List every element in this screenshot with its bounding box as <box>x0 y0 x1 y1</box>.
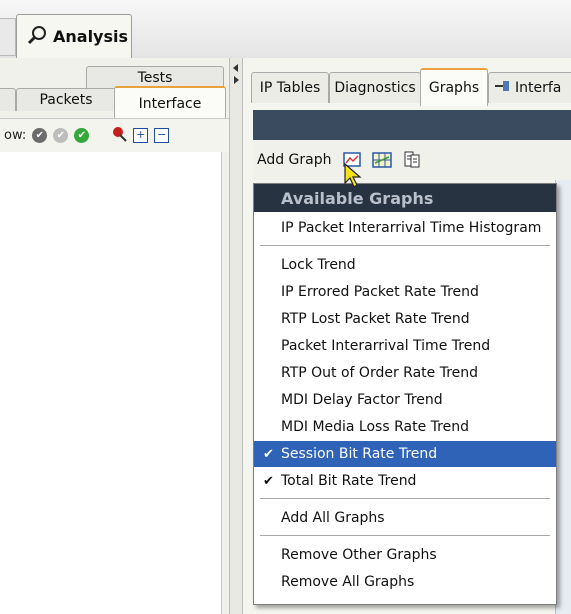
menu-header: Available Graphs <box>254 184 556 212</box>
menu-separator <box>260 245 550 246</box>
menu-item-label: IP Packet Interarrival Time Histogram <box>281 220 542 236</box>
mouse-cursor-icon <box>343 162 365 189</box>
menu-item-label: Packet Interarrival Time Trend <box>281 338 491 354</box>
add-all-graphs-item[interactable]: Add All Graphs <box>254 505 556 531</box>
menu-item-label: RTP Lost Packet Rate Trend <box>281 311 470 327</box>
export-icon[interactable] <box>402 150 422 170</box>
menu-item-graph[interactable]: ✔ Total Bit Rate Trend <box>254 468 556 494</box>
checkmark-icon: ✔ <box>263 473 274 489</box>
tab-interface-right[interactable]: Interfa <box>488 72 571 103</box>
tab-ip-tables[interactable]: IP Tables <box>251 72 329 103</box>
menu-item-graph[interactable]: RTP Lost Packet Rate Trend <box>254 306 556 332</box>
tab-graphs-label: Graphs <box>428 80 480 96</box>
menu-item-graph[interactable]: ✔ Session Bit Rate Trend <box>254 441 556 467</box>
tab-analysis[interactable]: Analysis <box>16 14 132 58</box>
check-light-icon[interactable]: ✔ <box>53 128 69 143</box>
tab-diagnostics-label: Diagnostics <box>334 80 416 96</box>
menu-item-label: Add All Graphs <box>281 510 385 526</box>
menu-item-graph[interactable]: Packet Interarrival Time Trend <box>254 333 556 359</box>
tab-packets-label: Packets <box>39 92 93 108</box>
check-green-icon[interactable]: ✔ <box>74 128 90 143</box>
collapse-icon[interactable]: − <box>154 128 170 143</box>
remove-other-graphs-item[interactable]: Remove Other Graphs <box>254 542 556 568</box>
menu-item-label: IP Errored Packet Rate Trend <box>281 284 479 300</box>
add-graph-label: Add Graph <box>257 152 332 168</box>
menu-item-label: Total Bit Rate Trend <box>281 473 417 489</box>
tab-hidden[interactable] <box>0 88 16 111</box>
graph-grid-icon[interactable] <box>371 150 392 170</box>
tab-interface[interactable]: Interface <box>114 86 226 120</box>
magnifier-icon <box>27 25 47 49</box>
tab-graphs[interactable]: Graphs <box>420 68 488 106</box>
pane-splitter[interactable] <box>229 58 243 614</box>
tab-ip-tables-label: IP Tables <box>259 80 321 96</box>
remove-all-graphs-item[interactable]: Remove All Graphs <box>254 569 556 595</box>
graph-toolbar: Add Graph <box>253 140 571 180</box>
menu-item-label: Remove All Graphs <box>281 574 415 590</box>
graph-panel-header <box>253 110 571 140</box>
checkmark-icon: ✔ <box>263 446 274 462</box>
tab-analysis-label: Analysis <box>53 27 129 46</box>
menu-separator <box>260 535 550 536</box>
pin-red-icon[interactable] <box>111 126 127 146</box>
menu-item-label: RTP Out of Order Rate Trend <box>281 365 479 381</box>
menu-item-graph[interactable]: Lock Trend <box>254 252 556 278</box>
tab-interface-label: Interface <box>138 96 202 112</box>
menu-item-graph[interactable]: IP Packet Interarrival Time Histogram <box>254 215 556 241</box>
tab-hidden-left[interactable] <box>0 18 16 56</box>
tab-interface-right-label: Interfa <box>515 80 562 96</box>
check-gray-icon[interactable]: ✔ <box>32 128 48 143</box>
menu-separator <box>260 498 550 499</box>
expand-icon[interactable]: + <box>133 128 149 143</box>
left-toolbar: ow: ✔ ✔ ✔ + − <box>0 118 229 152</box>
tab-packets[interactable]: Packets <box>16 88 116 111</box>
show-label: ow: <box>4 128 27 143</box>
menu-item-graph[interactable]: RTP Out of Order Rate Trend <box>254 360 556 386</box>
menu-item-graph[interactable]: IP Errored Packet Rate Trend <box>254 279 556 305</box>
menu-item-label: Session Bit Rate Trend <box>281 446 438 462</box>
menu-item-graph[interactable]: MDI Delay Factor Trend <box>254 387 556 413</box>
menu-item-label: Remove Other Graphs <box>281 547 437 563</box>
menu-item-label: Lock Trend <box>281 257 356 273</box>
available-graphs-menu: Available Graphs IP Packet Interarrival … <box>253 183 557 605</box>
pin-icon <box>495 79 511 97</box>
left-list[interactable] <box>0 152 222 614</box>
graph-area-behind <box>555 180 571 614</box>
menu-item-label: MDI Media Loss Rate Trend <box>281 419 469 435</box>
tab-diagnostics[interactable]: Diagnostics <box>329 72 421 103</box>
tab-tests-label: Tests <box>137 70 173 86</box>
menu-item-graph[interactable]: MDI Media Loss Rate Trend <box>254 414 556 440</box>
menu-item-label: MDI Delay Factor Trend <box>281 392 443 408</box>
